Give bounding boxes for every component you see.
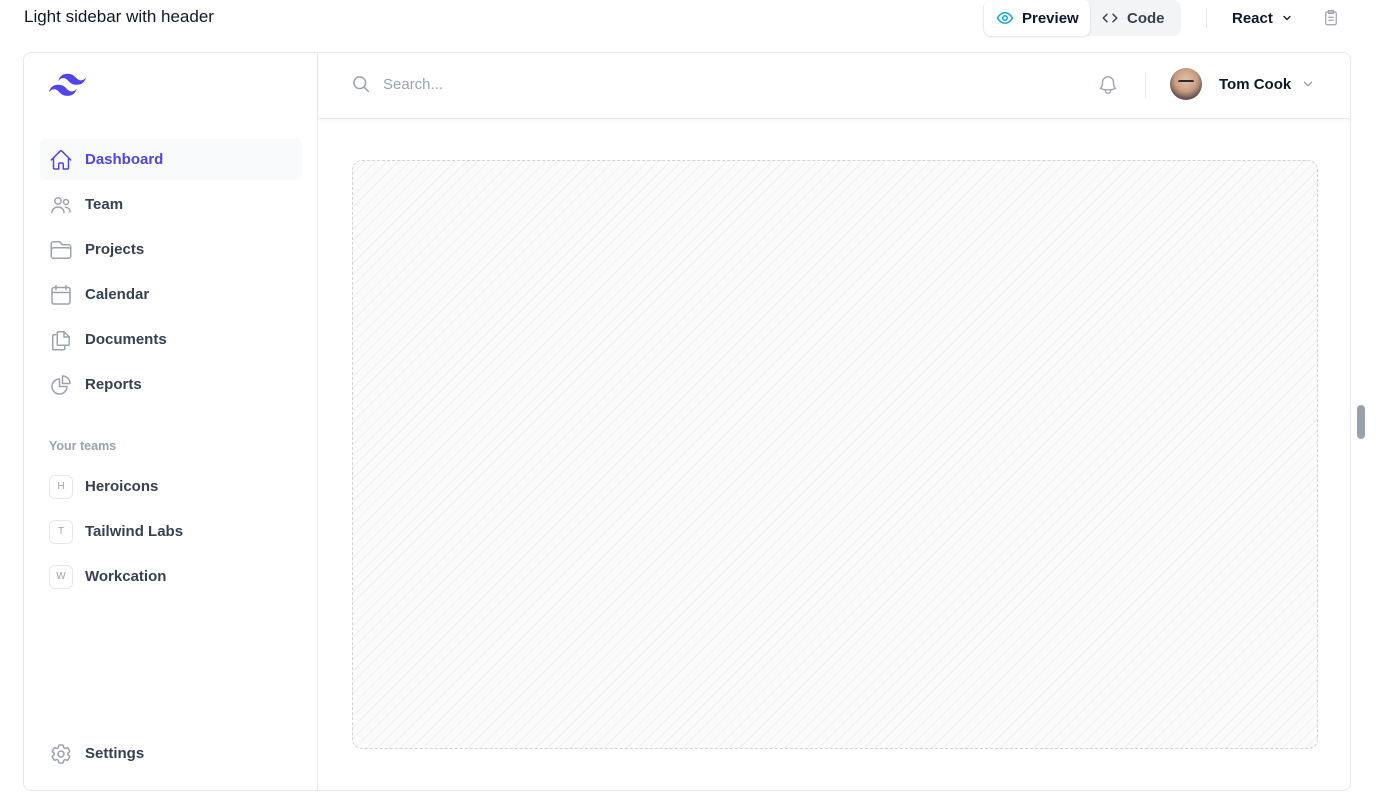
documents-icon xyxy=(52,330,70,350)
calendar-icon xyxy=(51,284,71,305)
folder-icon xyxy=(50,240,72,259)
users-icon xyxy=(51,196,71,213)
team-item-workcation[interactable]: W Workcation xyxy=(40,556,302,597)
notifications-button[interactable] xyxy=(1097,74,1119,101)
sidebar-item-label: Projects xyxy=(85,241,145,258)
content-placeholder xyxy=(352,160,1318,749)
sidebar: Dashboard Team Projects Calendar Documen… xyxy=(24,53,318,790)
chart-pie-icon xyxy=(51,374,71,395)
sidebar-item-reports[interactable]: Reports xyxy=(40,364,302,405)
app-header: Tom Cook xyxy=(319,53,1350,119)
sidebar-item-projects[interactable]: Projects xyxy=(40,229,302,270)
brand-logo[interactable] xyxy=(49,73,86,102)
sidebar-item-dashboard[interactable]: Dashboard xyxy=(40,139,302,180)
app-preview-frame: Dashboard Team Projects Calendar Documen… xyxy=(23,52,1351,791)
sidebar-item-label: Documents xyxy=(85,331,167,348)
gear-icon xyxy=(51,743,71,764)
user-name: Tom Cook xyxy=(1219,75,1292,93)
tab-code-label: Code xyxy=(1127,9,1165,27)
team-item-heroicons[interactable]: H Heroicons xyxy=(40,466,302,507)
page-title: Light sidebar with header xyxy=(24,7,214,26)
sidebar-item-label: Reports xyxy=(85,376,142,393)
team-item-tailwind-labs[interactable]: T Tailwind Labs xyxy=(40,511,302,552)
tab-code[interactable]: Code xyxy=(1101,0,1181,36)
home-icon xyxy=(50,149,72,170)
team-name: Heroicons xyxy=(85,478,159,495)
framework-select-value: React xyxy=(1232,9,1273,27)
sidebar-item-documents[interactable]: Documents xyxy=(40,319,302,360)
sidebar-item-team[interactable]: Team xyxy=(40,184,302,225)
search-input[interactable] xyxy=(383,75,983,93)
toolbar-divider xyxy=(1206,8,1207,28)
eye-icon xyxy=(996,11,1014,25)
user-menu-button[interactable]: Tom Cook xyxy=(1170,68,1315,100)
search-bar xyxy=(351,74,983,94)
copy-button[interactable] xyxy=(1322,8,1340,33)
tab-preview[interactable]: Preview xyxy=(984,0,1090,36)
sidebar-item-label: Team xyxy=(85,196,124,213)
header-divider xyxy=(1145,73,1146,98)
main-area: Tom Cook xyxy=(319,53,1350,790)
sidebar-item-label: Dashboard xyxy=(85,151,164,168)
avatar xyxy=(1170,68,1202,100)
chevron-down-icon xyxy=(1304,81,1313,87)
search-icon xyxy=(353,76,370,93)
teams-list: H Heroicons T Tailwind Labs W Workcation xyxy=(40,466,302,601)
tailwind-logo-icon xyxy=(49,73,86,96)
framework-select[interactable]: React xyxy=(1232,0,1293,36)
tab-preview-label: Preview xyxy=(1022,9,1079,27)
teams-heading: Your teams xyxy=(49,439,117,453)
sidebar-item-calendar[interactable]: Calendar xyxy=(40,274,302,315)
sidebar-item-label: Calendar xyxy=(85,286,150,303)
clipboard-icon xyxy=(1325,9,1337,26)
bell-icon xyxy=(1099,76,1117,94)
settings-label: Settings xyxy=(85,745,145,762)
page-scrollbar-thumb[interactable] xyxy=(1357,405,1365,439)
team-initial-badge: H xyxy=(49,474,73,499)
view-toggle: Preview Code xyxy=(983,0,1181,36)
team-name: Tailwind Labs xyxy=(85,523,184,540)
team-initial-badge: W xyxy=(49,564,73,589)
preview-toolbar: Light sidebar with header Preview Code R… xyxy=(0,0,1400,36)
team-name: Workcation xyxy=(85,568,167,585)
code-icon xyxy=(1102,13,1118,23)
sidebar-item-settings[interactable]: Settings xyxy=(40,733,302,774)
team-initial-badge: T xyxy=(49,519,73,544)
chevron-down-icon xyxy=(1283,15,1291,21)
sidebar-nav: Dashboard Team Projects Calendar Documen… xyxy=(40,139,302,409)
